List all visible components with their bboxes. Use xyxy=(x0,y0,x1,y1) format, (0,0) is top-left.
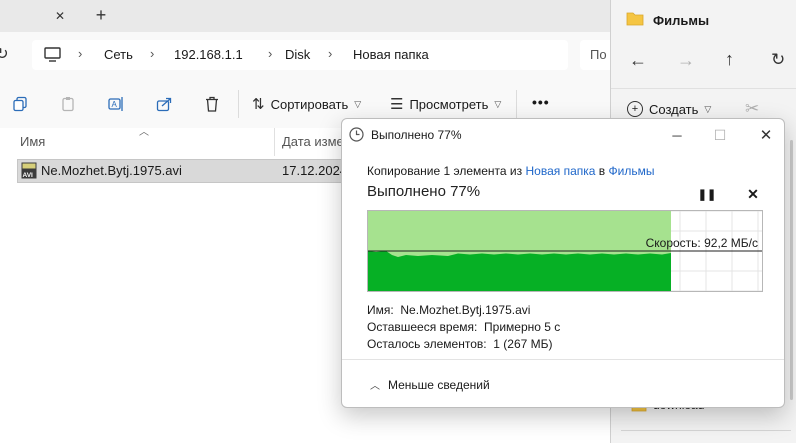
detail-label: Оставшееся время: xyxy=(367,320,478,334)
video-file-icon: AVI xyxy=(21,162,37,182)
copy-description: Копирование 1 элемента из Новая папка в … xyxy=(367,164,654,178)
toolbar-divider xyxy=(516,90,517,118)
scrollbar[interactable] xyxy=(790,140,793,400)
share-icon[interactable] xyxy=(153,93,175,115)
copy-prefix: Копирование 1 элемента из xyxy=(367,164,523,178)
refresh-icon[interactable]: ↻ xyxy=(0,46,10,63)
destination-link[interactable]: Фильмы xyxy=(609,164,655,178)
source-link[interactable]: Новая папка xyxy=(525,164,595,178)
window-title: Фильмы xyxy=(653,13,710,28)
column-divider[interactable] xyxy=(274,128,275,156)
forward-arrow-icon[interactable]: → xyxy=(677,50,695,71)
computer-icon xyxy=(44,47,61,65)
back-arrow-icon[interactable]: ← xyxy=(629,50,647,71)
more-options-button[interactable]: ••• xyxy=(532,94,550,110)
less-details-label: Меньше сведений xyxy=(388,377,490,392)
folder-icon xyxy=(626,11,644,29)
cancel-button[interactable]: ✕ xyxy=(743,185,763,203)
rename-icon[interactable]: A xyxy=(105,93,127,115)
view-icon: ☰ xyxy=(390,96,404,113)
chevron-right-icon: › xyxy=(328,46,333,61)
chevron-up-icon: ︿ xyxy=(370,381,380,392)
detail-row: Оставшееся время: Примерно 5 с xyxy=(367,319,560,336)
delete-icon[interactable] xyxy=(201,93,223,115)
chevron-down-icon: ▽ xyxy=(354,98,362,109)
tab-bar: ✕ + xyxy=(0,0,612,32)
speed-label: Скорость: 92,2 МБ/с xyxy=(645,236,758,250)
copy-progress-dialog: Выполнено 77% ─ ☐ ✕ Копирование 1 элемен… xyxy=(341,118,785,408)
detail-value: Примерно 5 с xyxy=(484,320,561,334)
breadcrumb-item-disk[interactable]: Disk xyxy=(285,47,310,62)
close-button[interactable]: ✕ xyxy=(753,125,779,145)
maximize-button[interactable]: ☐ xyxy=(707,125,733,145)
view-button[interactable]: ☰ Просмотреть ▽ xyxy=(390,94,501,114)
transfer-speed-graph: Скорость: 92,2 МБ/с xyxy=(367,210,763,292)
svg-text:A: A xyxy=(111,100,117,109)
progress-heading: Выполнено 77% xyxy=(367,183,481,200)
new-tab-button[interactable]: + xyxy=(92,5,110,25)
detail-value: Ne.Mozhet.Bytj.1975.avi xyxy=(400,303,531,317)
plus-circle-icon: + xyxy=(627,101,643,117)
breadcrumb-item-host[interactable]: 192.168.1.1 xyxy=(174,47,243,62)
chevron-right-icon: › xyxy=(150,46,155,61)
details-section: Имя: Ne.Mozhet.Bytj.1975.avi Оставшееся … xyxy=(367,302,560,353)
detail-label: Имя: xyxy=(367,303,394,317)
refresh-icon[interactable]: ↻ xyxy=(771,50,785,70)
create-label: Создать xyxy=(649,101,699,117)
less-details-button[interactable]: ︿ Меньше сведений xyxy=(370,377,490,393)
sort-icon: ⇅ xyxy=(252,96,265,113)
detail-label: Осталось элементов: xyxy=(367,337,487,351)
toolbar-divider xyxy=(238,90,239,118)
chevron-down-icon: ▽ xyxy=(704,103,712,114)
table-row[interactable]: AVI Ne.Mozhet.Bytj.1975.avi 17.12.2024 2 xyxy=(17,159,359,183)
pause-button[interactable]: ❚❚ xyxy=(697,185,717,203)
chevron-right-icon: › xyxy=(268,46,273,61)
search-placeholder: По xyxy=(590,47,607,62)
detail-row: Осталось элементов: 1 (267 МБ) xyxy=(367,336,560,353)
speed-graph-svg xyxy=(368,211,762,291)
detail-value: 1 (267 МБ) xyxy=(493,337,553,351)
dialog-title: Выполнено 77% xyxy=(371,128,462,142)
in-word: в xyxy=(598,164,606,178)
clock-icon xyxy=(349,127,364,145)
breadcrumb-item-new-folder[interactable]: Новая папка xyxy=(353,47,429,62)
sort-label: Сортировать xyxy=(270,96,349,112)
close-tab-icon[interactable]: ✕ xyxy=(52,8,68,24)
up-arrow-icon[interactable]: ↑ xyxy=(725,49,734,70)
view-label: Просмотреть xyxy=(409,96,489,112)
svg-text:AVI: AVI xyxy=(23,172,34,179)
column-header-name[interactable]: Имя xyxy=(20,134,45,149)
sort-button[interactable]: ⇅ Сортировать ▽ xyxy=(252,94,361,114)
speed-area xyxy=(368,251,671,291)
cut-icon[interactable]: ✂ xyxy=(745,99,759,119)
chevron-right-icon: › xyxy=(78,46,83,61)
chevron-down-icon: ▽ xyxy=(494,98,502,109)
divider xyxy=(611,88,796,89)
sort-indicator-icon: ︿ xyxy=(139,127,149,138)
divider xyxy=(621,430,791,431)
minimize-button[interactable]: ─ xyxy=(664,125,690,145)
breadcrumb-item-network[interactable]: Сеть xyxy=(104,47,133,62)
detail-row: Имя: Ne.Mozhet.Bytj.1975.avi xyxy=(367,302,560,319)
paste-icon[interactable] xyxy=(57,93,79,115)
file-name: Ne.Mozhet.Bytj.1975.avi xyxy=(41,163,182,178)
breadcrumb[interactable]: › Сеть › 192.168.1.1 › Disk › Новая папк… xyxy=(32,40,568,70)
copy-icon[interactable] xyxy=(9,93,31,115)
create-button[interactable]: + Создать ▽ xyxy=(627,101,711,117)
divider xyxy=(342,359,784,360)
